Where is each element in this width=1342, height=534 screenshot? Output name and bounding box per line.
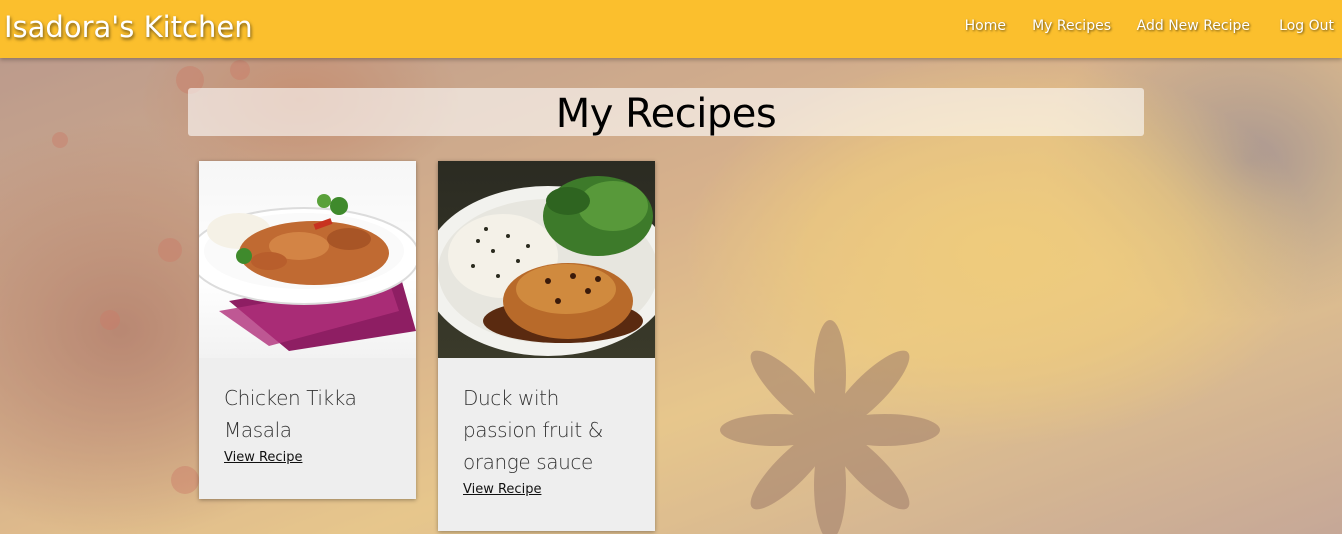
nav-add-new-recipe-link[interactable]: Add New Recipe bbox=[1137, 18, 1250, 34]
recipe-card: Duck with passion fruit & orange sauce V… bbox=[438, 161, 655, 531]
recipe-card: Chicken Tikka Masala View Recipe bbox=[199, 161, 416, 499]
page-title-bar: My Recipes bbox=[188, 88, 1144, 137]
nav-home-link[interactable]: Home bbox=[965, 18, 1006, 34]
recipe-title: Chicken Tikka Masala bbox=[224, 386, 357, 442]
recipe-image[interactable] bbox=[199, 161, 416, 358]
recipe-image[interactable] bbox=[438, 161, 655, 358]
view-recipe-link[interactable]: View Recipe bbox=[224, 450, 302, 465]
view-recipe-link[interactable]: View Recipe bbox=[463, 482, 541, 497]
chicken-tikka-masala-photo bbox=[199, 194, 416, 351]
duck-passion-fruit-photo bbox=[438, 176, 655, 356]
nav-log-out-link[interactable]: Log Out bbox=[1279, 18, 1334, 34]
nav-my-recipes-link[interactable]: My Recipes bbox=[1032, 18, 1111, 34]
page-title: My Recipes bbox=[555, 91, 777, 137]
navbar: Isadora's Kitchen Home My Recipes Add Ne… bbox=[0, 0, 1342, 58]
brand-logo[interactable]: Isadora's Kitchen bbox=[4, 10, 253, 44]
recipe-card-body: Duck with passion fruit & orange sauce V… bbox=[438, 358, 655, 497]
recipe-title: Duck with passion fruit & orange sauce bbox=[463, 386, 603, 474]
recipe-card-body: Chicken Tikka Masala View Recipe bbox=[199, 358, 416, 465]
